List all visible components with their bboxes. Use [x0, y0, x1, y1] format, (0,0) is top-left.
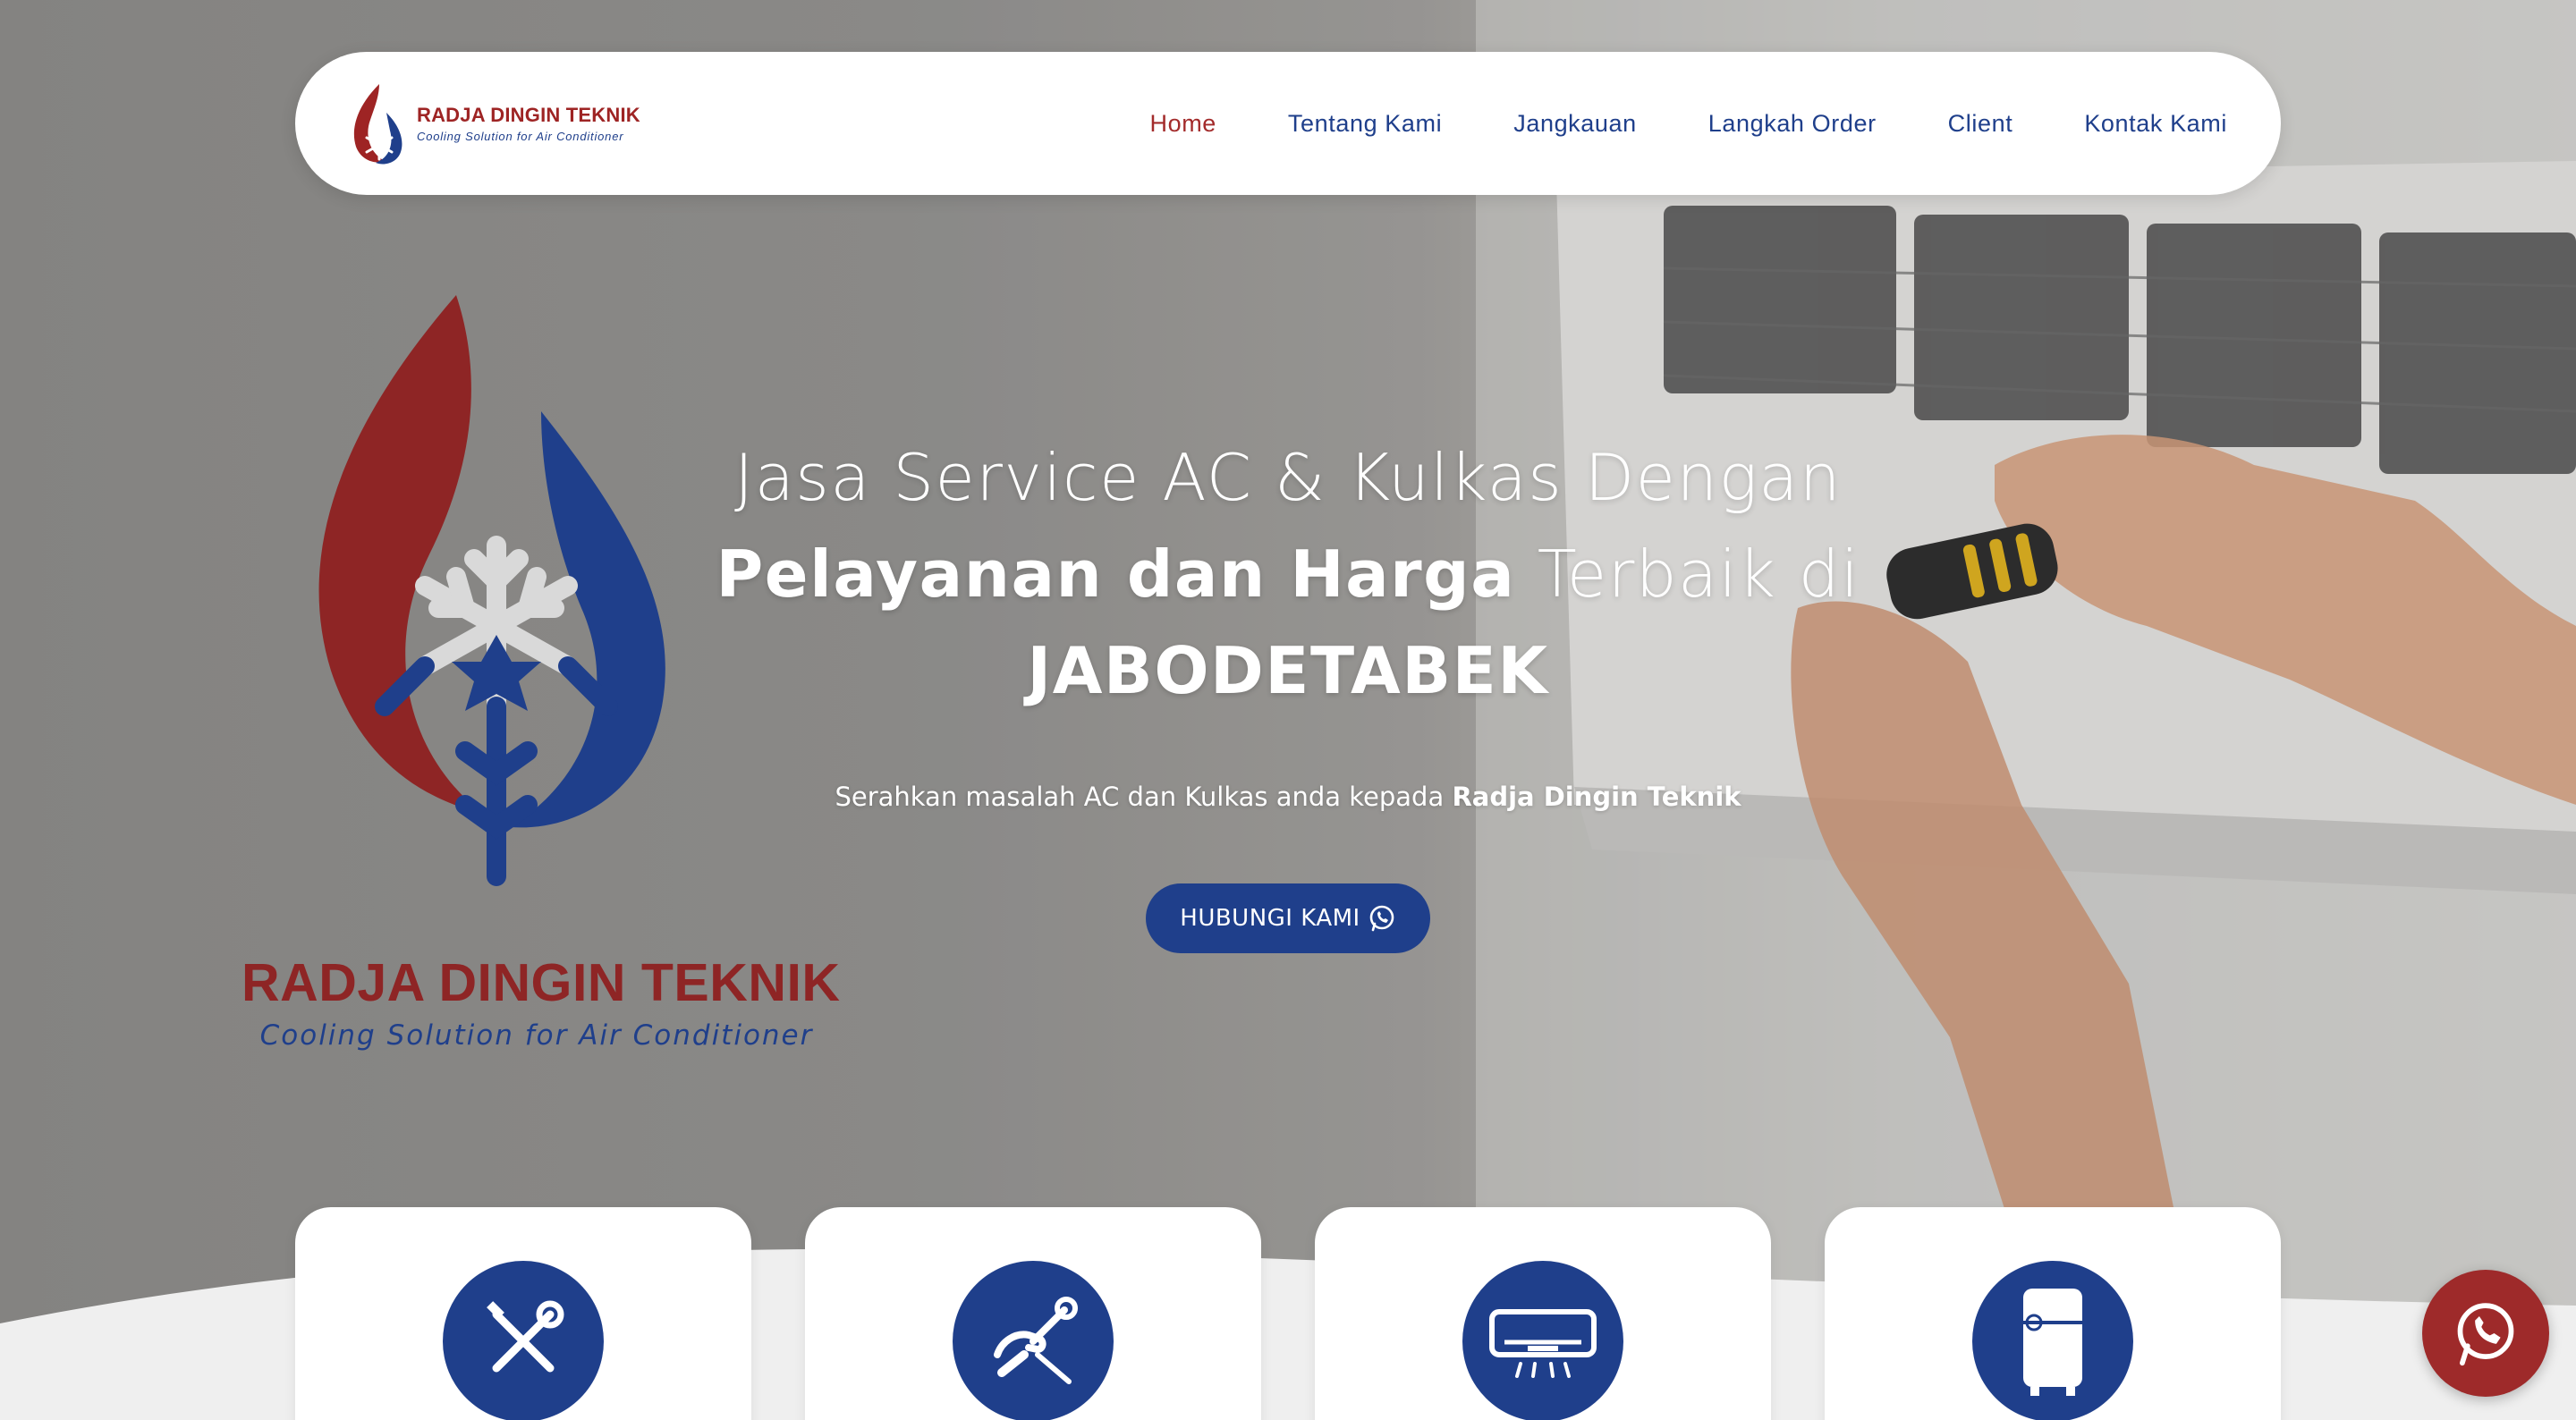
hero-logo-icon — [318, 295, 665, 886]
brand-logo[interactable]: RADJA DINGIN TEKNIK Cooling Solution for… — [349, 80, 640, 166]
nav-item-kontak-kami[interactable]: Kontak Kami — [2048, 110, 2227, 138]
service-icon-circle — [1972, 1261, 2133, 1420]
nav-item-jangkauan[interactable]: Jangkauan — [1478, 110, 1673, 138]
cta-label: HUBUNGI KAMI — [1180, 905, 1360, 932]
hero-subtext: Serahkan masalah AC dan Kulkas anda kepa… — [751, 782, 1825, 812]
service-icon-circle — [1462, 1261, 1623, 1420]
subtext-main: Serahkan masalah AC dan Kulkas anda kepa… — [835, 782, 1445, 812]
air-conditioner-icon — [1489, 1309, 1597, 1378]
brand-tagline: Cooling Solution for Air Conditioner — [417, 130, 624, 143]
logo-icon — [353, 84, 402, 165]
nav-menu: Home Tentang Kami Jangkauan Langkah Orde… — [1114, 110, 2227, 138]
contact-us-button[interactable]: HUBUNGI KAMI — [1146, 883, 1430, 953]
nav-item-home[interactable]: Home — [1114, 110, 1251, 138]
hero-logo-name: RADJA DINGIN TEKNIK — [242, 953, 841, 1012]
service-card-repair[interactable] — [805, 1207, 1261, 1420]
headline-part1: Jasa Service AC & Kulkas Dengan — [733, 440, 1843, 515]
nav-item-tentang-kami[interactable]: Tentang Kami — [1252, 110, 1478, 138]
nav-item-client[interactable]: Client — [1912, 110, 2049, 138]
refrigerator-icon — [2023, 1289, 2082, 1396]
service-card-general[interactable] — [295, 1207, 751, 1420]
service-card-ac[interactable] — [1315, 1207, 1771, 1420]
hero-logo-tagline: Cooling Solution for Air Conditioner — [259, 1019, 814, 1052]
headline-part2: Terbaik di — [1537, 537, 1860, 612]
nav-item-langkah-order[interactable]: Langkah Order — [1673, 110, 1912, 138]
subtext-brand: Radja Dingin Teknik — [1452, 782, 1741, 812]
whatsapp-icon — [1369, 905, 1394, 932]
service-card-refrigerator[interactable] — [1825, 1207, 2281, 1420]
service-icon-circle — [443, 1261, 604, 1420]
floating-whatsapp-button[interactable] — [2422, 1270, 2549, 1397]
hero-headline: Jasa Service AC & Kulkas Dengan Pelayana… — [662, 429, 1914, 719]
headline-bold1: Pelayanan dan Harga — [716, 537, 1516, 612]
brand-name: RADJA DINGIN TEKNIK — [417, 104, 640, 126]
tools-icon — [487, 1300, 564, 1373]
repair-hand-icon — [994, 1297, 1078, 1384]
headline-bold2: JABODETABEK — [1027, 633, 1549, 708]
navbar: RADJA DINGIN TEKNIK Cooling Solution for… — [295, 52, 2281, 195]
service-icon-circle — [953, 1261, 1114, 1420]
whatsapp-icon — [2457, 1303, 2514, 1366]
